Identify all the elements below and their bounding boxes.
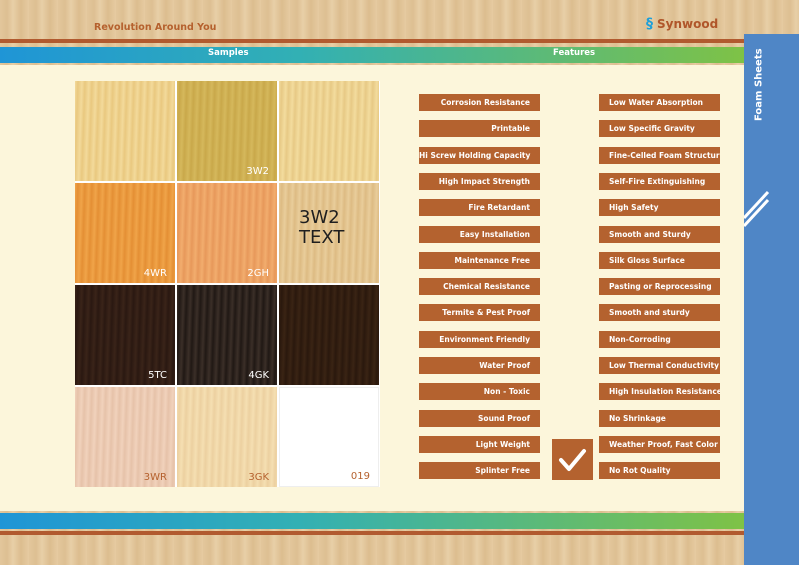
brand-name: Synwood xyxy=(657,17,719,31)
sample-swatch xyxy=(279,81,379,181)
footer-band xyxy=(0,513,748,529)
side-chevron-decoration xyxy=(744,190,770,228)
sample-swatch: 3GK xyxy=(177,387,277,487)
feature-item: Silk Gloss Surface xyxy=(599,251,720,269)
features-heading: Features xyxy=(553,48,596,58)
sample-swatch: 3W2 TEXT xyxy=(279,183,379,283)
feature-item: High Safety xyxy=(599,199,720,217)
samples-heading: Samples xyxy=(208,48,249,58)
feature-item: Environment Friendly xyxy=(419,330,540,348)
feature-item: Maintenance Free xyxy=(419,251,540,269)
bottom-divider xyxy=(0,531,748,535)
feature-item: Non-Corroding xyxy=(599,330,720,348)
sample-code: 019 xyxy=(350,471,370,482)
feature-item: Low Specific Gravity xyxy=(599,120,720,138)
feature-item: Termite & Pest Proof xyxy=(419,304,540,322)
feature-item: Sound Proof xyxy=(419,409,540,427)
feature-item: Chemical Resistance xyxy=(419,278,540,296)
feature-item: No Rot Quality xyxy=(599,462,720,480)
checkmark-icon xyxy=(559,449,586,471)
feature-item: Water Proof xyxy=(419,357,540,374)
sample-code: 2GH xyxy=(247,268,269,279)
sample-code: 3WR xyxy=(143,472,167,483)
sample-code: 5TC xyxy=(148,370,167,381)
feature-item: Fire Retardant xyxy=(419,199,540,217)
feature-item: High Impact Strength xyxy=(419,172,540,190)
feature-item: Printable xyxy=(419,120,540,138)
header-tagline: Revolution Around You xyxy=(94,22,217,33)
sample-swatch xyxy=(75,81,175,181)
feature-item: High Insulation Resistance xyxy=(599,383,720,401)
feature-item: Smooth and Sturdy xyxy=(599,225,720,243)
feature-item: Fine-Celled Foam Structure xyxy=(599,146,720,164)
sample-swatch: 4WR xyxy=(75,183,175,283)
feature-item: Hi Screw Holding Capacity xyxy=(419,146,540,164)
feature-item: Smooth and sturdy xyxy=(599,304,720,322)
feature-item: Self-Fire Extinguishing xyxy=(599,172,720,190)
feature-item: Easy Installation xyxy=(419,225,540,243)
feature-item: Pasting or Reprocessing xyxy=(599,278,720,296)
sample-swatch xyxy=(279,285,379,385)
sample-code: 4WR xyxy=(143,268,167,279)
sample-swatch: 019 xyxy=(279,387,379,487)
feature-item: Non - Toxic xyxy=(419,383,540,401)
top-divider xyxy=(0,39,748,43)
feature-item: No Shrinkage xyxy=(599,409,720,427)
samples-grid: 3W2 4WR 2GH 3W2 TEXT 5TC 4GK 3WR 3GK 019 xyxy=(75,81,380,487)
sample-swatch: 3WR xyxy=(75,387,175,487)
synwood-logo-icon: § xyxy=(646,15,653,32)
sample-code: 3W2 TEXT xyxy=(299,207,345,248)
sample-code: 3GK xyxy=(248,472,269,483)
feature-item: Corrosion Resistance xyxy=(419,94,540,111)
section-header-band: Samples Features xyxy=(0,47,748,63)
feature-item: Low Water Absorption xyxy=(599,94,720,111)
feature-item: Light Weight xyxy=(419,435,540,453)
brand-logo: § Synwood xyxy=(646,15,719,32)
sample-swatch: 5TC xyxy=(75,285,175,385)
sample-swatch: 3W2 xyxy=(177,81,277,181)
feature-item: Weather Proof, Fast Color xyxy=(599,435,720,453)
sample-swatch: 4GK xyxy=(177,285,277,385)
feature-item: Low Thermal Conductivity xyxy=(599,357,720,374)
side-tab-label: Foam Sheets xyxy=(753,48,765,122)
sample-code: 4GK xyxy=(248,370,269,381)
sample-code: 3W2 xyxy=(246,166,269,177)
checkmark-badge xyxy=(552,439,593,480)
feature-item: Splinter Free xyxy=(419,462,540,480)
sample-swatch: 2GH xyxy=(177,183,277,283)
